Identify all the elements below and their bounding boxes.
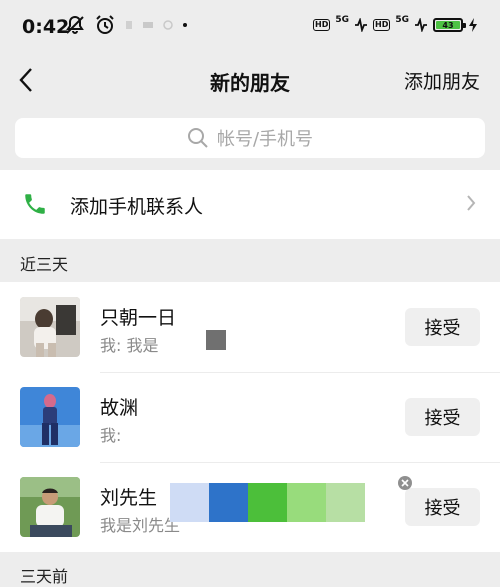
color-swatch: [209, 483, 248, 522]
chevron-left-icon: [19, 68, 32, 92]
charging-icon: [469, 18, 477, 32]
avatar: [20, 297, 80, 357]
battery-level: 43: [436, 21, 460, 30]
network-type: 5G: [335, 15, 349, 25]
section-title: 三天前: [20, 567, 69, 586]
friend-request-row[interactable]: 只朝一日 我: 我是 接受: [0, 282, 500, 372]
back-button[interactable]: [10, 62, 42, 98]
obscuring-mask: [162, 326, 180, 354]
nav-bar: 新的朋友 添加朋友: [0, 56, 500, 104]
search-icon: [187, 128, 208, 148]
request-message: 我: 我是: [100, 336, 159, 355]
request-message: 我是刘先生: [100, 516, 181, 535]
section-header-recent: 近三天: [0, 240, 500, 282]
signal-icon: [415, 18, 427, 32]
request-name: 刘先生: [100, 487, 158, 509]
hd-badge: HD: [313, 19, 331, 31]
color-swatch: [170, 483, 209, 522]
color-swatch: [287, 483, 326, 522]
add-phone-contacts-item[interactable]: 添加手机联系人: [0, 170, 500, 239]
close-icon[interactable]: [398, 476, 412, 490]
section-title: 近三天: [20, 255, 69, 274]
signal-icon: [355, 18, 367, 32]
obscuring-mask: [180, 352, 240, 372]
request-name: 故渊: [100, 397, 139, 419]
accept-button[interactable]: 接受: [405, 398, 480, 436]
notification-icon: [143, 22, 153, 28]
mute-icon: [66, 15, 84, 34]
network-type: 5G: [395, 15, 409, 25]
hd-badge: HD: [373, 19, 391, 31]
phone-icon: [25, 194, 45, 214]
wifi-icon: [163, 20, 173, 30]
color-palette-overlay: [170, 483, 365, 522]
section-header-older: 三天前: [0, 552, 500, 587]
search-input[interactable]: 帐号/手机号: [15, 118, 485, 158]
add-phone-contacts-label: 添加手机联系人: [70, 196, 204, 218]
avatar: [20, 387, 80, 447]
alarm-icon: [96, 15, 114, 34]
color-swatch: [326, 483, 365, 522]
color-swatch: [248, 483, 287, 522]
more-dot-icon: [183, 23, 187, 27]
gray-square: [206, 330, 226, 350]
avatar: [20, 477, 80, 537]
add-friend-button[interactable]: 添加朋友: [404, 67, 480, 94]
friend-request-row[interactable]: 故渊 我: 接受: [0, 372, 500, 462]
search-placeholder: 帐号/手机号: [216, 129, 314, 150]
battery-icon: 43: [433, 18, 466, 32]
status-time: 0:42: [22, 16, 70, 38]
status-bar: 0:42 HD 5G HD 5G 43: [0, 0, 500, 56]
notification-icon: [126, 21, 132, 29]
accept-button[interactable]: 接受: [405, 488, 480, 526]
chevron-right-icon: [467, 195, 476, 211]
request-message: 我:: [100, 426, 122, 445]
status-icons-right: HD 5G HD 5G 43: [313, 15, 478, 33]
obscuring-mask: [130, 420, 230, 460]
accept-button[interactable]: 接受: [405, 308, 480, 346]
status-icons-left: [64, 14, 188, 36]
